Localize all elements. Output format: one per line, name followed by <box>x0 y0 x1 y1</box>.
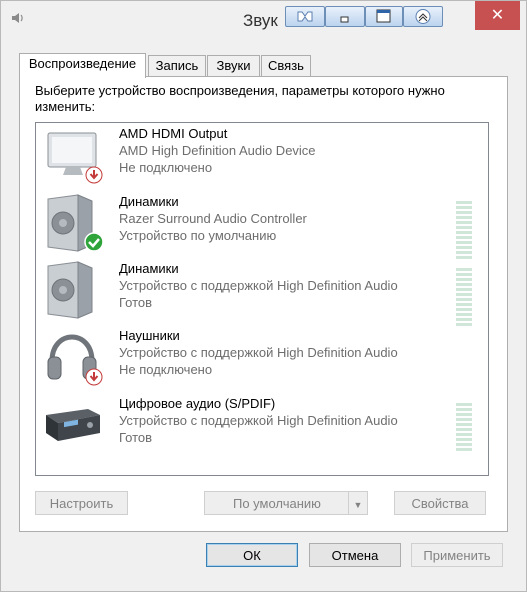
level-meter <box>456 201 472 259</box>
device-status: Устройство по умолчанию <box>119 228 277 243</box>
device-item-speakers-razer[interactable]: Динамики Razer Surround Audio Controller… <box>36 191 488 259</box>
level-meter <box>456 403 472 461</box>
device-item-hdmi[interactable]: AMD HDMI Output AMD High Definition Audi… <box>36 123 488 189</box>
playback-panel: Выберите устройство воспроизведения, пар… <box>19 76 508 532</box>
snap-tool-button[interactable] <box>285 6 325 27</box>
device-status: Не подключено <box>119 362 213 377</box>
device-description: Razer Surround Audio Controller <box>119 211 307 226</box>
speaker-system-icon[interactable] <box>10 10 26 26</box>
set-default-button[interactable]: По умолчанию ▼ <box>204 491 368 515</box>
cancel-button[interactable]: Отмена <box>309 543 401 567</box>
device-name: Цифровое аудио (S/PDIF) <box>119 396 276 411</box>
device-list[interactable]: AMD HDMI Output AMD High Definition Audi… <box>35 122 489 476</box>
ok-button[interactable]: ОК <box>206 543 298 567</box>
device-item-headphones[interactable]: Наушники Устройство с поддержкой High De… <box>36 325 488 391</box>
set-default-label: По умолчанию <box>233 496 321 511</box>
digital-receiver-icon <box>42 395 104 455</box>
device-name: Наушники <box>119 328 180 343</box>
headphones-icon <box>42 327 104 387</box>
close-icon: ✕ <box>490 7 505 24</box>
close-button[interactable]: ✕ <box>475 1 520 30</box>
device-description: Устройство с поддержкой High Definition … <box>119 413 398 428</box>
device-status: Не подключено <box>119 160 213 175</box>
level-meter <box>456 268 472 326</box>
expand-up-tool-button[interactable] <box>403 6 443 27</box>
device-name: AMD HDMI Output <box>119 126 228 141</box>
window-title: Звук <box>243 11 278 30</box>
tab-sounds[interactable]: Звуки <box>207 55 260 77</box>
speaker-icon <box>42 260 104 320</box>
instruction-text: Выберите устройство воспроизведения, пар… <box>35 83 445 114</box>
tab-recording[interactable]: Запись <box>148 55 206 77</box>
set-default-dropdown[interactable]: ▼ <box>348 492 367 514</box>
device-description: Устройство с поддержкой High Definition … <box>119 278 398 293</box>
device-status: Готов <box>119 295 153 310</box>
minimize-tool-button[interactable] <box>325 6 365 27</box>
device-status: Готов <box>119 430 153 445</box>
device-item-spdif[interactable]: Цифровое аудио (S/PDIF) Устройство с под… <box>36 393 488 459</box>
device-description: AMD High Definition Audio Device <box>119 143 316 158</box>
chevron-down-icon: ▼ <box>353 500 363 510</box>
restore-tool-button[interactable] <box>365 6 403 27</box>
tab-communications[interactable]: Связь <box>261 55 311 77</box>
title-bar[interactable]: Звук ✕ <box>1 1 526 39</box>
monitor-icon <box>42 125 104 185</box>
default-checkmark-icon <box>84 232 104 252</box>
apply-button[interactable]: Применить <box>411 543 503 567</box>
device-item-speakers-hd[interactable]: Динамики Устройство с поддержкой High De… <box>36 258 488 326</box>
tab-playback[interactable]: Воспроизведение <box>19 53 146 78</box>
properties-button[interactable]: Свойства <box>394 491 486 515</box>
window-hover-toolbar <box>285 6 443 27</box>
device-name: Динамики <box>119 194 179 209</box>
speaker-icon <box>42 193 104 253</box>
device-description: Устройство с поддержкой High Definition … <box>119 345 398 360</box>
device-name: Динамики <box>119 261 179 276</box>
sound-dialog-window: Звук ✕ Воспроизведение Запись Звуки Связ… <box>0 0 527 592</box>
configure-button[interactable]: Настроить <box>35 491 128 515</box>
